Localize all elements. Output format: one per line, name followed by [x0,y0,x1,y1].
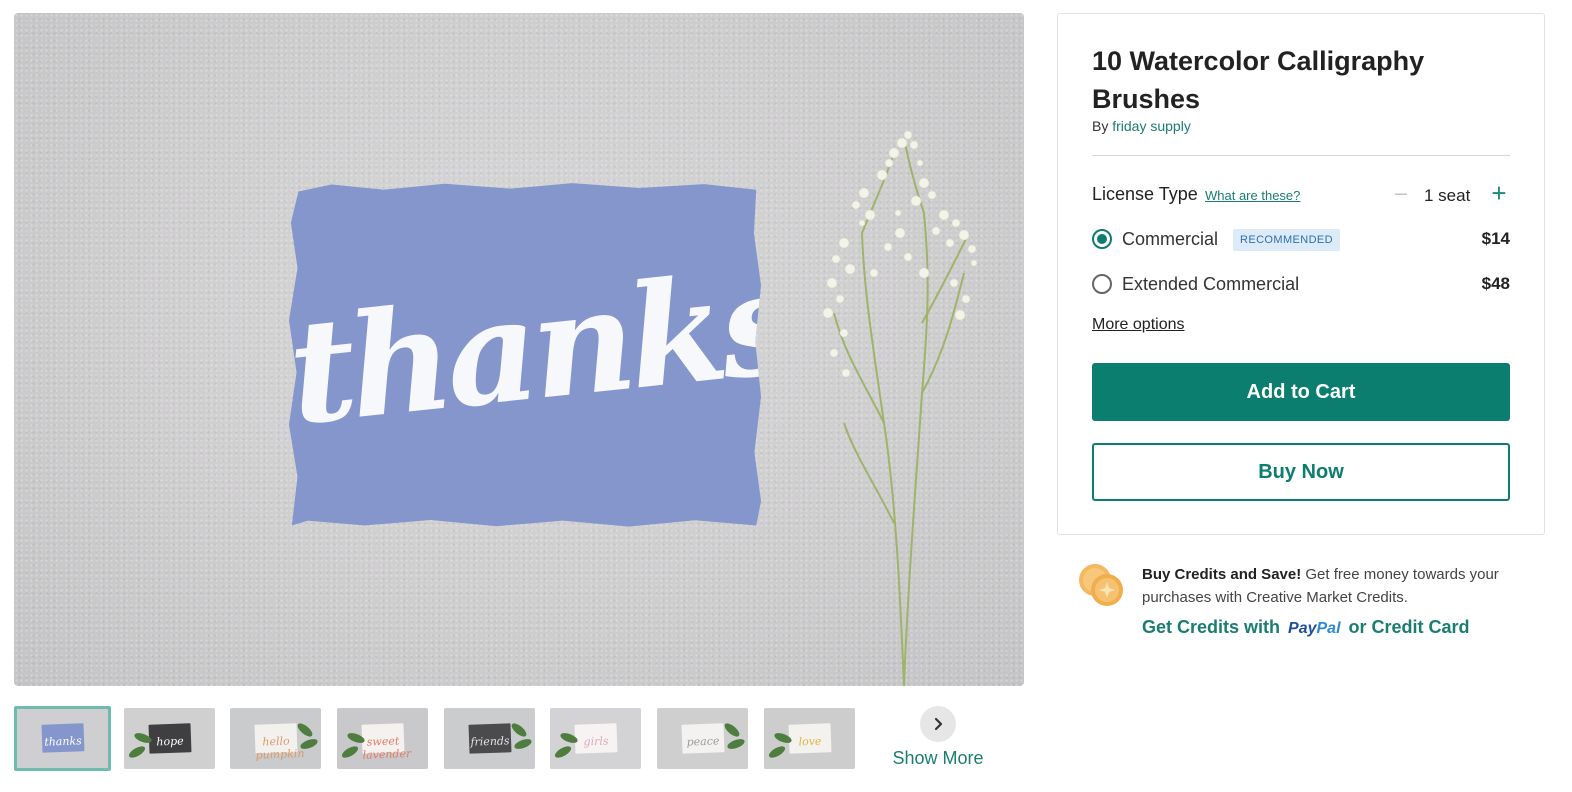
leaf-decoration [127,744,147,760]
license-help-link[interactable]: What are these? [1205,188,1300,203]
license-option-name: Extended Commercial [1122,274,1300,294]
thumbnail-lettering: thanks [44,734,83,749]
leaf-decoration [299,737,319,751]
leaf-decoration [295,721,315,739]
seat-stepper: – 1 seat + [1390,180,1510,208]
minus-icon[interactable]: – [1390,182,1412,206]
thumbnail-1[interactable]: hope [124,708,215,769]
author-link[interactable]: friday supply [1112,118,1191,134]
thumbnail-0[interactable]: thanks [14,706,111,771]
credits-promo-text: Buy Credits and Save! Get free money tow… [1142,563,1542,609]
credits-headline: Buy Credits and Save! [1142,566,1302,583]
thumbnail-6[interactable]: peace [657,708,748,769]
paypal-logo-pay: Pay [1288,620,1317,637]
thumbnail-lettering: friends [470,734,511,749]
byline: By friday supply [1092,118,1191,134]
thumbnail-lettering: sweet lavender [362,734,412,762]
seat-count: 1 seat [1424,186,1471,205]
get-credits-prefix[interactable]: Get Credits with [1142,617,1280,637]
babys-breath-flower [822,130,978,686]
get-credits-suffix[interactable]: or Credit Card [1349,617,1470,637]
thumbnail-5[interactable]: girls [550,708,641,769]
thumbnail-lettering: girls [583,734,610,749]
product-title: 10 Watercolor Calligraphy Brushes [1092,46,1425,114]
show-more-button[interactable]: Show More [886,706,990,769]
license-type-label: License Type [1092,184,1198,204]
license-option-price: $14 [1481,229,1510,248]
thumbnail-card: girls [574,723,618,754]
thumbnail-3[interactable]: sweet lavender [337,708,428,769]
thumbnail-card: friends [468,723,512,754]
leaf-decoration [553,744,573,760]
radio-extended-commercial[interactable] [1092,274,1112,294]
thumbnail-card: peace [681,723,725,754]
add-to-cart-button[interactable]: Add to Cart [1092,363,1510,421]
thumbnail-7[interactable]: love [764,708,855,769]
thumbnail-card: hello pumpkin [254,723,305,762]
blue-card: thanks [289,183,761,527]
leaf-decoration [513,737,533,751]
radio-commercial[interactable] [1092,229,1112,249]
license-option-commercial[interactable]: Commercial RECOMMENDED $14 [1092,227,1510,253]
thumbnail-card: love [788,723,832,754]
license-option-name: Commercial [1122,229,1219,249]
thumbnail-lettering: hello pumpkin [255,734,306,762]
thumbnail-lettering: peace [686,734,721,749]
leaf-decoration [726,737,746,751]
product-preview-image[interactable]: thanks [14,13,1024,686]
leaf-decoration [767,744,787,760]
byline-prefix: By [1092,118,1109,134]
thumbnail-card: hope [148,723,192,754]
license-type-row: License Type What are these? – 1 seat + [1092,180,1510,208]
buy-now-button[interactable]: Buy Now [1092,443,1510,501]
chevron-right-icon[interactable] [920,706,956,742]
thumbnail-lettering: hope [156,734,185,749]
thumbnail-4[interactable]: friends [444,708,535,769]
leaf-decoration [509,721,529,739]
plus-icon[interactable]: + [1488,180,1510,206]
thumbnail-2[interactable]: hello pumpkin [230,708,321,769]
divider [1092,155,1510,156]
license-option-extended-commercial[interactable]: Extended Commercial $48 [1092,272,1510,298]
card-lettering: thanks [281,239,803,458]
recommended-badge: RECOMMENDED [1233,229,1341,251]
thumbnail-lettering: love [798,734,823,749]
leaf-decoration [340,744,360,760]
thumbnail-card: thanks [41,723,85,754]
purchase-panel: 10 Watercolor Calligraphy Brushes By fri… [1057,13,1545,535]
paypal-logo: PayPal [1288,620,1340,637]
leaf-decoration [722,721,742,739]
paypal-logo-pal: Pal [1316,620,1341,637]
more-options-link[interactable]: More options [1092,316,1185,334]
get-credits-link[interactable]: Get Credits with PayPal or Credit Card [1142,617,1470,638]
thumbnail-card: sweet lavender [361,723,412,762]
show-more-label[interactable]: Show More [886,748,990,769]
coins-icon [1079,564,1123,606]
license-option-price: $48 [1481,274,1510,293]
